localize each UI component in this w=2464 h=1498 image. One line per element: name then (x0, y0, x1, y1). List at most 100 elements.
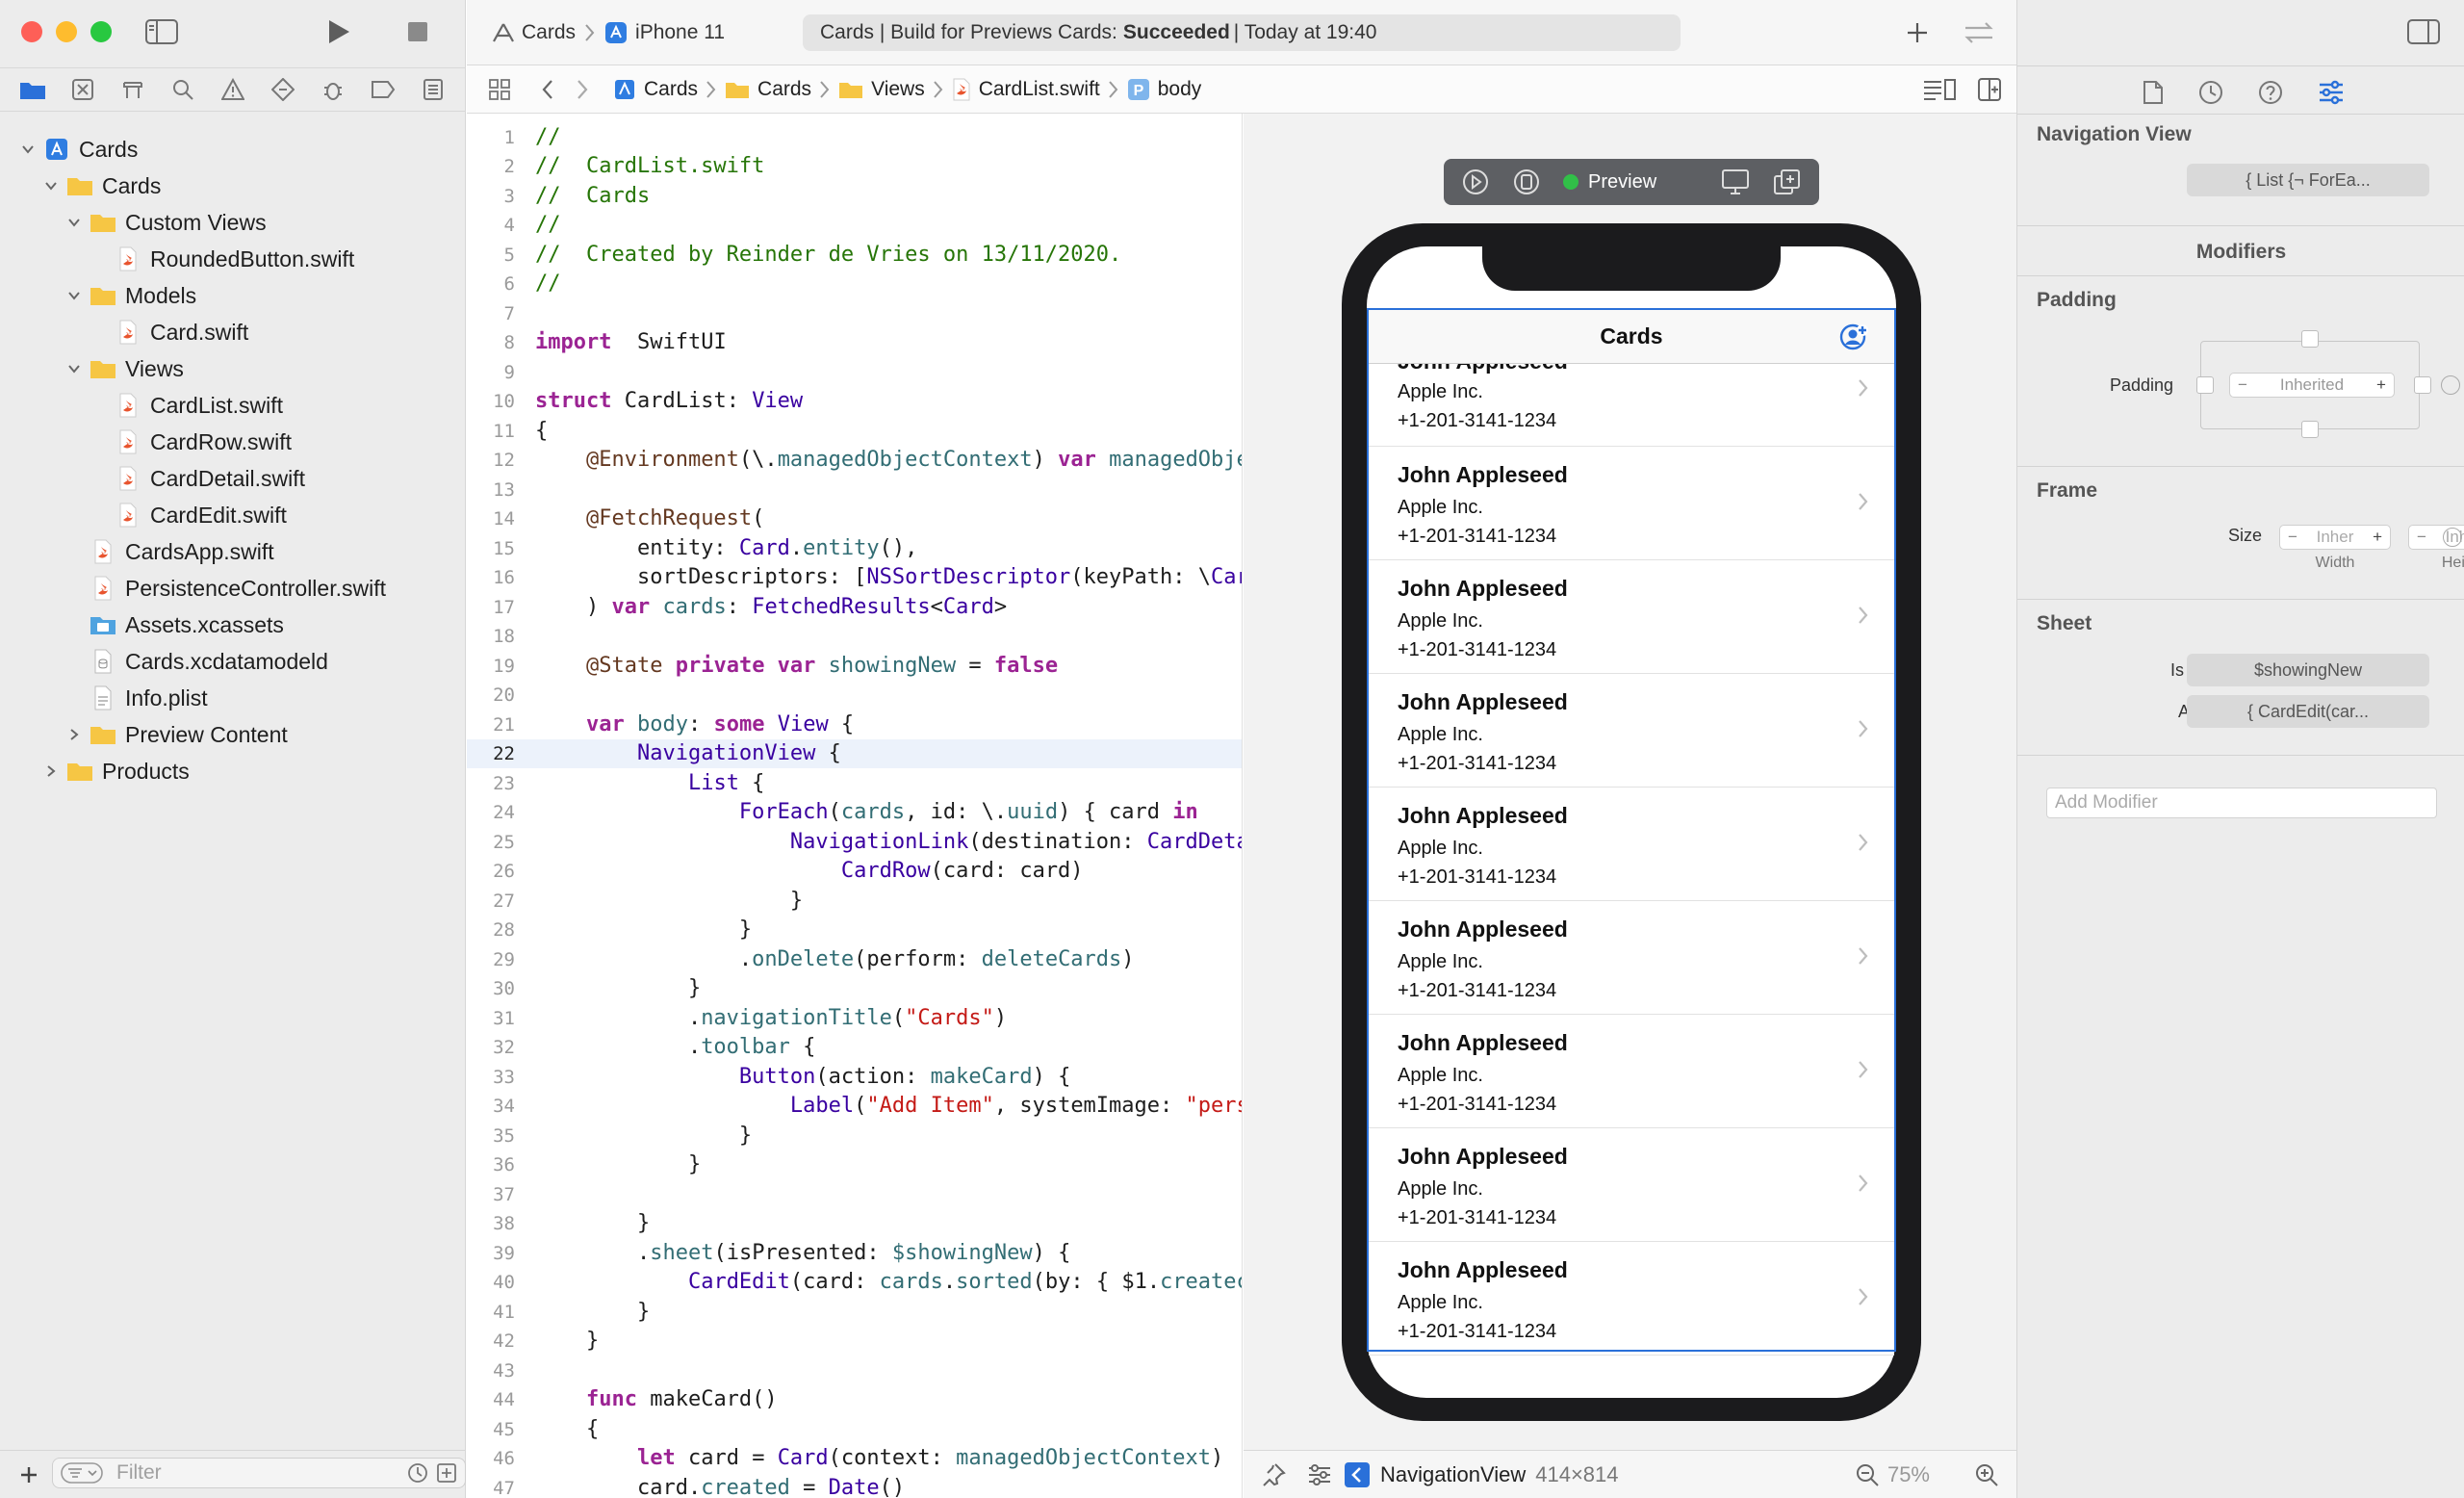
navigation-content-field[interactable]: { List {¬ ForEa... (2187, 164, 2429, 196)
navigator-file[interactable]: CardEdit.swift (0, 497, 466, 533)
symbol-icon[interactable] (114, 70, 152, 109)
navigator-file[interactable]: CardDetail.swift (0, 460, 466, 497)
padding-reset-radio[interactable] (2441, 375, 2460, 395)
navigator-group[interactable]: Models (0, 277, 466, 314)
variants-icon[interactable] (1307, 1463, 1332, 1486)
code-line[interactable]: 43 (467, 1356, 1242, 1385)
editor-options-icon[interactable] (1922, 78, 1957, 101)
code-line[interactable]: 31 .navigationTitle("Cards") (467, 1004, 1242, 1033)
breadcrumb-item-views[interactable]: Views (871, 78, 925, 101)
code-line[interactable]: 11 { (467, 417, 1242, 446)
report-icon[interactable] (414, 70, 452, 109)
chevron-down-icon[interactable] (40, 175, 62, 196)
chevron-back-icon[interactable] (530, 78, 565, 101)
navigator-file[interactable]: Cards (0, 131, 466, 168)
navigator-group[interactable]: Custom Views (0, 204, 466, 241)
code-line[interactable]: 40 CardEdit(card: cards.sorted(by: { $1.… (467, 1268, 1242, 1297)
inspect-preview-icon[interactable] (1721, 168, 1750, 195)
navigator-group[interactable]: Products (0, 753, 466, 789)
navigator-file[interactable]: CardList.swift (0, 387, 466, 424)
code-line[interactable]: 8 import SwiftUI (467, 328, 1242, 357)
add-file-icon[interactable] (10, 1456, 48, 1494)
code-line[interactable]: 44 func makeCard() (467, 1385, 1242, 1414)
device-preview-button[interactable] (1498, 168, 1555, 196)
code-line[interactable]: 10 struct CardList: View (467, 387, 1242, 416)
filter-input[interactable]: Filter (52, 1458, 466, 1488)
code-line[interactable]: 28 } (467, 916, 1242, 944)
navigator-file[interactable]: Cards.xcdatamodeld (0, 643, 466, 680)
attributes-inspector-icon[interactable] (2318, 80, 2345, 105)
code-line[interactable]: 41 } (467, 1298, 1242, 1327)
padding-trailing-checkbox[interactable] (2414, 376, 2431, 394)
history-inspector-icon[interactable] (2198, 80, 2223, 105)
preview-status[interactable]: Preview (1561, 171, 1656, 194)
sidebar-toggle-icon[interactable] (142, 17, 181, 46)
code-line[interactable]: 23 List { (467, 769, 1242, 798)
recent-files-icon[interactable] (407, 1462, 428, 1484)
code-line[interactable]: 29 .onDelete(perform: deleteCards) (467, 945, 1242, 974)
code-line[interactable]: 14 @FetchRequest( (467, 504, 1242, 533)
breadcrumb-item-symbol[interactable]: body (1158, 78, 1202, 101)
code-line[interactable]: 34 Label("Add Item", systemImage: "pers (467, 1092, 1242, 1121)
code-line[interactable]: 35 } (467, 1122, 1242, 1150)
code-line[interactable]: 27 } (467, 887, 1242, 916)
zoom-out-icon[interactable] (1855, 1462, 1880, 1487)
padding-top-checkbox[interactable] (2301, 330, 2319, 348)
code-line[interactable]: 39 .sheet(isPresented: $showingNew) { (467, 1239, 1242, 1268)
code-line[interactable]: 16 sortDescriptors: [NSSortDescriptor(ke… (467, 563, 1242, 592)
help-inspector-icon[interactable] (2258, 80, 2283, 105)
live-preview-button[interactable] (1453, 168, 1498, 196)
code-line[interactable]: 7 (467, 299, 1242, 328)
code-line[interactable]: 38 } (467, 1209, 1242, 1238)
navigator-file[interactable]: CardRow.swift (0, 424, 466, 460)
library-add-button[interactable] (1898, 15, 1937, 50)
navigator-group[interactable]: Preview Content (0, 716, 466, 753)
navigator-file[interactable]: PersistenceController.swift (0, 570, 466, 607)
frame-height-minus[interactable]: − (2417, 528, 2426, 547)
frame-width-minus[interactable]: − (2288, 528, 2297, 547)
navigator-file[interactable]: Card.swift (0, 314, 466, 350)
code-line[interactable]: 15 entity: Card.entity(), (467, 534, 1242, 563)
chevron-down-icon[interactable] (64, 212, 85, 233)
code-line[interactable]: 47 card.created = Date() (467, 1474, 1242, 1498)
code-review-button[interactable] (1958, 15, 2000, 50)
navigator-file[interactable]: RoundedButton.swift (0, 241, 466, 277)
chevron-down-icon[interactable] (17, 139, 38, 160)
breadcrumb-item-group[interactable]: Cards (757, 78, 811, 101)
navigator-group[interactable]: Cards (0, 168, 466, 204)
code-line[interactable]: 13 (467, 476, 1242, 504)
zoom-in-icon[interactable] (1974, 1462, 1999, 1487)
code-line[interactable]: 21 var body: some View { (467, 710, 1242, 739)
file-inspector-icon[interactable] (2143, 80, 2164, 105)
duplicate-preview-icon[interactable] (1773, 168, 1802, 195)
code-line[interactable]: 19 @State private var showingNew = false (467, 652, 1242, 681)
source-control-filter-icon[interactable] (436, 1462, 457, 1484)
code-line[interactable]: 37 (467, 1180, 1242, 1209)
navigator-group[interactable]: Views (0, 350, 466, 387)
source-editor[interactable]: 1 // 2 // CardList.swift 3 // Cards 4 // 5 // Cre… (467, 114, 1243, 1498)
breadcrumb-item-project[interactable]: Cards (644, 78, 698, 101)
code-line[interactable]: 46 let card = Card(context: managedObjec… (467, 1444, 1242, 1473)
minimize-window-button[interactable] (56, 21, 77, 42)
filter-options-icon[interactable] (61, 1462, 103, 1484)
code-line[interactable]: 36 } (467, 1150, 1242, 1179)
code-line[interactable]: 5 // Created by Reinder de Vries on 13/11… (467, 241, 1242, 270)
padding-stepper[interactable]: − Inherited + (2229, 373, 2395, 398)
code-line[interactable]: 24 ForEach(cards, id: \.uuid) { card in (467, 798, 1242, 827)
test-icon[interactable] (264, 70, 302, 109)
search-icon[interactable] (164, 70, 202, 109)
add-modifier-input[interactable]: Add Modifier (2046, 788, 2437, 818)
zoom-level[interactable]: 75% (1887, 1462, 1930, 1487)
frame-reset-radio[interactable] (2443, 528, 2462, 547)
code-line[interactable]: 22 NavigationView { (467, 739, 1242, 769)
frame-width-plus[interactable]: + (2373, 528, 2382, 547)
add-editor-icon[interactable] (1978, 77, 2001, 101)
navigator-file[interactable]: Assets.xcassets (0, 607, 466, 643)
code-line[interactable]: 9 (467, 358, 1242, 387)
debug-icon[interactable] (314, 70, 352, 109)
code-line[interactable]: 2 // CardList.swift (467, 152, 1242, 181)
pin-icon[interactable] (1261, 1462, 1286, 1487)
padding-leading-checkbox[interactable] (2196, 376, 2214, 394)
code-line[interactable]: 26 CardRow(card: card) (467, 857, 1242, 886)
code-line[interactable]: 45 { (467, 1415, 1242, 1444)
